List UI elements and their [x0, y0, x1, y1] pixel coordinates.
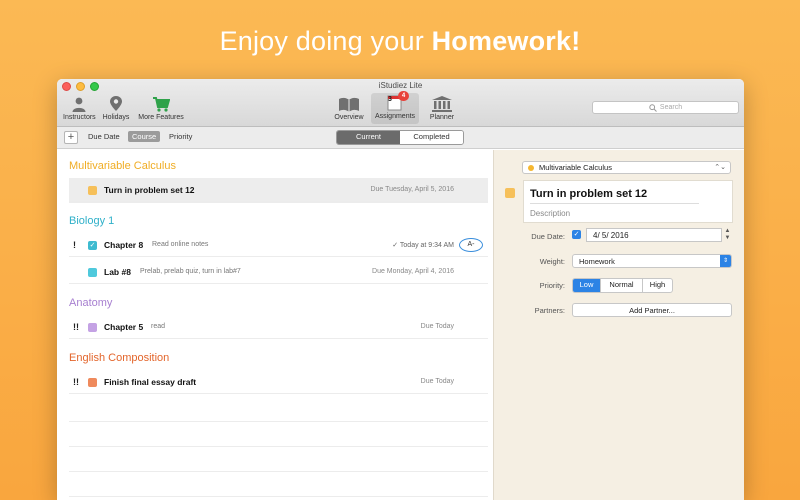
- course-heading: English Composition: [69, 352, 170, 364]
- title-card: Turn in problem set 12 Description: [523, 180, 733, 223]
- headline-text: Enjoy doing your: [219, 26, 432, 56]
- titlebar: iStudiez Lite Instructors Holidays More …: [57, 79, 744, 127]
- sort-course[interactable]: Course: [128, 131, 161, 142]
- course-heading: Anatomy: [69, 297, 113, 309]
- assignment-due: Due Today: [420, 378, 454, 385]
- course-color-dot: [528, 165, 534, 171]
- weight-label: Weight:: [539, 257, 565, 266]
- toolbar-overview[interactable]: Overview: [331, 94, 367, 121]
- priority-normal[interactable]: Normal: [600, 279, 642, 292]
- assignment-color: [88, 268, 97, 277]
- due-date-field[interactable]: 4/ 5/ 2016: [586, 228, 722, 242]
- weight-select[interactable]: Homework ⇕: [572, 254, 732, 268]
- detail-title-field[interactable]: Turn in problem set 12: [530, 188, 647, 200]
- toolbar-holidays[interactable]: Holidays: [99, 94, 133, 121]
- search-placeholder: Search: [659, 104, 683, 111]
- priority-marker: !: [73, 240, 76, 250]
- assignment-title: Finish final essay draft: [104, 377, 197, 387]
- assignment-row[interactable]: !! Chapter 5 read Due Today: [69, 315, 488, 339]
- assignment-note: Prelab, prelab quiz, turn in lab#7: [140, 268, 241, 275]
- assignment-note: read: [151, 323, 166, 330]
- divider: [69, 496, 488, 497]
- assignment-detail: Multivariable Calculus ⌃⌄ Turn in proble…: [493, 150, 744, 500]
- assignment-title: Lab #8: [104, 267, 131, 277]
- divider: [530, 203, 699, 204]
- description-field[interactable]: Description: [530, 209, 570, 218]
- assignments-badge: 4: [398, 91, 409, 101]
- search-input[interactable]: Search: [592, 101, 739, 114]
- toolbar-label: Planner: [429, 114, 455, 121]
- cart-icon: [137, 94, 185, 112]
- building-icon: [425, 94, 459, 112]
- assignments-icon: 3 4: [371, 91, 419, 111]
- course-select-value: Multivariable Calculus: [539, 163, 612, 172]
- assignment-color: [88, 378, 97, 387]
- toolbar-planner[interactable]: Planner: [425, 94, 459, 121]
- due-date-checkbox[interactable]: ✓: [572, 230, 581, 239]
- assignment-title: Turn in problem set 12: [104, 185, 195, 195]
- priority-high[interactable]: High: [642, 279, 672, 292]
- priority-label: Priority:: [539, 281, 565, 290]
- assignment-due: Due Today: [420, 323, 454, 330]
- toolbar-label: Assignments: [374, 113, 416, 120]
- assignment-row[interactable]: ! ✓ Chapter 8 Read online notes ✓ Today …: [69, 233, 488, 257]
- priority-marker: !!: [73, 322, 79, 332]
- toolbar-assignments[interactable]: 3 4 Assignments: [371, 91, 419, 124]
- assignment-due: Due Tuesday, April 5, 2016: [370, 186, 454, 193]
- priority-marker: !!: [73, 377, 79, 387]
- calendar-number: 3: [388, 96, 392, 103]
- assignment-due: Due Monday, April 4, 2016: [372, 268, 454, 275]
- date-stepper[interactable]: ▲ ▼: [723, 228, 732, 242]
- pin-icon: [99, 94, 133, 112]
- course-heading: Multivariable Calculus: [69, 160, 176, 172]
- assignment-note: Read online notes: [152, 241, 209, 248]
- tab-current[interactable]: Current: [337, 131, 400, 144]
- chevron-updown-icon: ⇕: [720, 255, 731, 267]
- priority-segment: Low Normal High: [572, 278, 673, 293]
- toolbar-label: Overview: [334, 114, 364, 121]
- assignment-title: Chapter 8: [104, 240, 144, 250]
- course-heading: Biology 1: [69, 215, 115, 227]
- app-window: iStudiez Lite Instructors Holidays More …: [57, 79, 744, 500]
- course-select[interactable]: Multivariable Calculus ⌃⌄: [522, 161, 731, 174]
- book-icon: [331, 94, 367, 112]
- status-segment: Current Completed: [336, 130, 464, 145]
- toolbar-instructors[interactable]: Instructors: [63, 94, 96, 121]
- tab-completed[interactable]: Completed: [400, 131, 463, 144]
- add-partner-button[interactable]: Add Partner...: [572, 303, 732, 317]
- assignment-due: ✓ Today at 9:34 AM: [392, 242, 454, 249]
- divider: [69, 202, 488, 203]
- toolbar-more-features[interactable]: More Features: [137, 94, 185, 121]
- filter-bar: + Due Date Course Priority Current Compl…: [57, 127, 744, 149]
- person-icon: [63, 94, 95, 112]
- divider: [69, 421, 488, 422]
- assignment-row[interactable]: !! Finish final essay draft Due Today: [69, 370, 488, 394]
- assignment-list: Multivariable Calculus Turn in problem s…: [57, 150, 493, 500]
- assignment-color: [88, 323, 97, 332]
- chevron-updown-icon: ⌃⌄: [714, 164, 726, 171]
- add-assignment-button[interactable]: +: [64, 131, 78, 144]
- sort-priority[interactable]: Priority: [169, 132, 192, 141]
- sort-due-date[interactable]: Due Date: [88, 132, 120, 141]
- assignment-color-swatch[interactable]: [505, 188, 515, 198]
- grade-badge: A-: [459, 238, 483, 252]
- weight-value: Homework: [579, 257, 615, 266]
- assignment-row[interactable]: Lab #8 Prelab, prelab quiz, turn in lab#…: [69, 260, 488, 284]
- completed-checkbox[interactable]: ✓: [88, 241, 97, 250]
- partners-label: Partners:: [534, 306, 565, 315]
- divider: [69, 446, 488, 447]
- headline-bold: Homework!: [431, 26, 581, 56]
- toolbar-label: Holidays: [102, 114, 130, 121]
- divider: [69, 471, 488, 472]
- assignment-title: Chapter 5: [104, 322, 144, 332]
- assignment-row[interactable]: Turn in problem set 12 Due Tuesday, Apri…: [69, 178, 488, 202]
- toolbar-label: More Features: [138, 114, 184, 121]
- headline: Enjoy doing your Homework!: [0, 26, 800, 57]
- window-title: iStudiez Lite: [378, 81, 423, 90]
- assignment-color: [88, 186, 97, 195]
- toolbar-label: Instructors: [63, 114, 96, 121]
- search-icon: [649, 103, 657, 112]
- due-date-label: Due Date:: [531, 232, 565, 241]
- priority-low[interactable]: Low: [573, 279, 600, 292]
